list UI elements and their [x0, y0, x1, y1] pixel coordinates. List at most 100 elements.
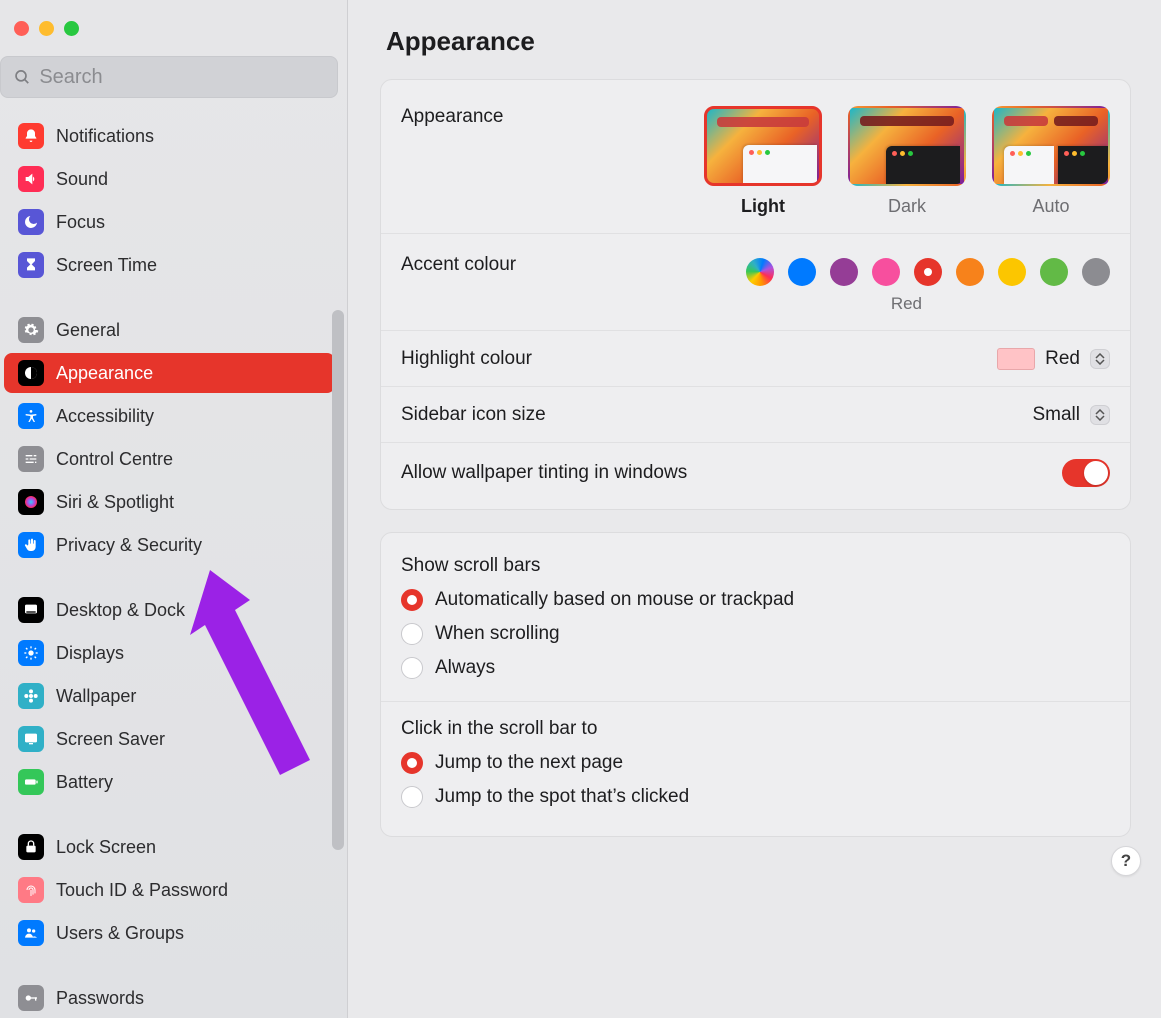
- siri-icon: [18, 489, 44, 515]
- wallpaper-tinting-toggle[interactable]: [1062, 459, 1110, 487]
- sidebar-item-label: Focus: [56, 212, 105, 233]
- sidebar-item-label: Notifications: [56, 126, 154, 147]
- sliders-icon: [18, 446, 44, 472]
- sidebar-item-label: Privacy & Security: [56, 535, 202, 556]
- radio-button[interactable]: [401, 657, 423, 679]
- accessibility-icon: [18, 403, 44, 429]
- sidebar-item-accessibility[interactable]: Accessibility: [4, 396, 335, 436]
- show-scroll-bars-heading: Show scroll bars: [381, 539, 1130, 583]
- battery-icon: [18, 769, 44, 795]
- highlight-colour-value: Red: [1045, 348, 1080, 370]
- accent-colour-pink[interactable]: [872, 258, 900, 286]
- sidebar-item-general[interactable]: General: [4, 310, 335, 350]
- highlight-colour-select[interactable]: Red: [997, 348, 1110, 370]
- wallpaper-tinting-row: Allow wallpaper tinting in windows: [381, 442, 1130, 503]
- flower-icon: [18, 683, 44, 709]
- sidebar-item-focus[interactable]: Focus: [4, 202, 335, 242]
- accent-colour-selected-name: Red: [891, 294, 922, 314]
- show-scroll-bars-options: Automatically based on mouse or trackpad…: [381, 583, 1130, 701]
- sidebar-item-label: Users & Groups: [56, 923, 184, 944]
- accent-colour-purple[interactable]: [830, 258, 858, 286]
- highlight-colour-swatch: [997, 348, 1035, 370]
- accent-colour-label: Accent colour: [401, 254, 516, 276]
- radio-button[interactable]: [401, 589, 423, 611]
- sidebar-item-label: Screen Time: [56, 255, 157, 276]
- sidebar-item-privacy-security[interactable]: Privacy & Security: [4, 525, 335, 565]
- sidebar-item-sound[interactable]: Sound: [4, 159, 335, 199]
- sidebar-item-label: Appearance: [56, 363, 153, 384]
- appearance-theme-dark[interactable]: Dark: [848, 106, 966, 217]
- help-button[interactable]: ?: [1111, 846, 1141, 876]
- sidebar-item-passwords[interactable]: Passwords: [4, 978, 335, 1018]
- close-window-button[interactable]: [14, 21, 29, 36]
- appearance-label: Appearance: [401, 106, 503, 128]
- sidebar-item-siri-spotlight[interactable]: Siri & Spotlight: [4, 482, 335, 522]
- radio-button[interactable]: [401, 752, 423, 774]
- scroll-opts-option[interactable]: Always: [401, 651, 1110, 685]
- sidebar-item-touch-id-password[interactable]: Touch ID & Password: [4, 870, 335, 910]
- screensaver-icon: [18, 726, 44, 752]
- sidebar-nav[interactable]: Notifications Sound Focus Screen Time Genera…: [0, 112, 347, 1018]
- click-scroll-bar-options: Jump to the next pageJump to the spot th…: [381, 746, 1130, 830]
- radio-button[interactable]: [401, 786, 423, 808]
- sidebar-item-screen-saver[interactable]: Screen Saver: [4, 719, 335, 759]
- sidebar-item-desktop-dock[interactable]: Desktop & Dock: [4, 590, 335, 630]
- main-content: Appearance Appearance Light Dark Auto Acce…: [348, 0, 1161, 1018]
- sidebar-item-displays[interactable]: Displays: [4, 633, 335, 673]
- search-icon: [13, 67, 31, 87]
- appearance-theme-light[interactable]: Light: [704, 106, 822, 217]
- people-icon: [18, 920, 44, 946]
- zoom-window-button[interactable]: [64, 21, 79, 36]
- click-opts-option[interactable]: Jump to the next page: [401, 746, 1110, 780]
- sidebar-item-screen-time[interactable]: Screen Time: [4, 245, 335, 285]
- sidebar-item-battery[interactable]: Battery: [4, 762, 335, 802]
- accent-colour-blue[interactable]: [788, 258, 816, 286]
- speaker-icon: [18, 166, 44, 192]
- sidebar-item-wallpaper[interactable]: Wallpaper: [4, 676, 335, 716]
- scroll-opts-option[interactable]: When scrolling: [401, 617, 1110, 651]
- radio-button[interactable]: [401, 623, 423, 645]
- appearance-theme-auto[interactable]: Auto: [992, 106, 1110, 217]
- minimize-window-button[interactable]: [39, 21, 54, 36]
- sidebar-item-label: Accessibility: [56, 406, 154, 427]
- search-container: [0, 56, 347, 112]
- sidebar-item-users-groups[interactable]: Users & Groups: [4, 913, 335, 953]
- search-field[interactable]: [0, 56, 338, 98]
- sidebar-icon-size-select[interactable]: Small: [1032, 404, 1110, 426]
- search-input[interactable]: [39, 66, 325, 89]
- sidebar-icon-size-label: Sidebar icon size: [401, 404, 546, 426]
- appearance-theme-name: Auto: [992, 196, 1110, 217]
- sidebar-item-label: Battery: [56, 772, 113, 793]
- appearance-panel: Appearance Light Dark Auto Accent colour R…: [380, 79, 1131, 510]
- moon-icon: [18, 209, 44, 235]
- window-controls: [14, 21, 79, 36]
- accent-colour-multicolour[interactable]: [746, 258, 774, 286]
- sidebar-item-appearance[interactable]: Appearance: [4, 353, 335, 393]
- accent-colour-orange[interactable]: [956, 258, 984, 286]
- sidebar-item-label: General: [56, 320, 120, 341]
- sidebar-item-label: Touch ID & Password: [56, 880, 228, 901]
- sidebar-scrollbar[interactable]: [332, 310, 344, 850]
- accent-colour-green[interactable]: [1040, 258, 1068, 286]
- hand-icon: [18, 532, 44, 558]
- accent-colour-yellow[interactable]: [998, 258, 1026, 286]
- hourglass-icon: [18, 252, 44, 278]
- sidebar-item-control-centre[interactable]: Control Centre: [4, 439, 335, 479]
- sidebar-item-label: Desktop & Dock: [56, 600, 185, 621]
- lock-icon: [18, 834, 44, 860]
- sidebar-item-label: Lock Screen: [56, 837, 156, 858]
- sidebar-item-notifications[interactable]: Notifications: [4, 116, 335, 156]
- sidebar-item-lock-screen[interactable]: Lock Screen: [4, 827, 335, 867]
- sidebar-item-label: Wallpaper: [56, 686, 136, 707]
- accent-colour-graphite[interactable]: [1082, 258, 1110, 286]
- highlight-colour-label: Highlight colour: [401, 348, 532, 370]
- appearance-theme-thumbnail: [992, 106, 1110, 186]
- accent-colour-red[interactable]: [914, 258, 942, 286]
- appearance-theme-name: Dark: [848, 196, 966, 217]
- scroll-opts-option[interactable]: Automatically based on mouse or trackpad: [401, 583, 1110, 617]
- click-opts-option[interactable]: Jump to the spot that’s clicked: [401, 780, 1110, 814]
- scroll-behaviour-panel: Show scroll bars Automatically based on …: [380, 532, 1131, 837]
- accent-colour-row: Accent colour Red: [381, 233, 1130, 330]
- titlebar: [0, 0, 347, 56]
- sidebar-item-label: Displays: [56, 643, 124, 664]
